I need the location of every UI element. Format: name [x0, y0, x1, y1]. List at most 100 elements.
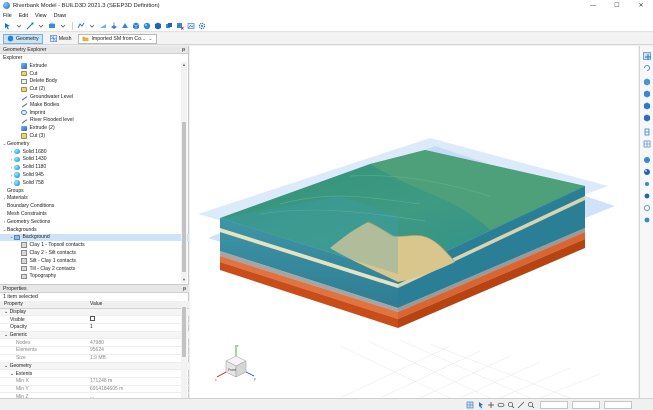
- tree-item[interactable]: › Materials: [0, 195, 189, 203]
- mesh-mode-button[interactable]: Mesh: [46, 34, 76, 44]
- tree-item[interactable]: › Solid 1430: [0, 156, 189, 164]
- close-button[interactable]: ✕: [629, 0, 653, 11]
- snap-grid-button[interactable]: [466, 401, 474, 409]
- property-row[interactable]: Nodes 47980: [0, 339, 189, 348]
- tree-item[interactable]: Imprint: [0, 109, 189, 117]
- top-view-button[interactable]: [643, 90, 651, 98]
- image-tool-button[interactable]: [186, 21, 195, 30]
- node-display-button[interactable]: [643, 192, 651, 200]
- draw-dropdown-button[interactable]: [36, 21, 45, 30]
- color-tool-button[interactable]: [643, 156, 651, 164]
- pin-icon[interactable]: ᵽ: [183, 286, 186, 292]
- visible-checkbox[interactable]: [90, 316, 95, 322]
- geometry-mode-button[interactable]: Geometry: [3, 33, 43, 44]
- properties-scrollbar[interactable]: [181, 301, 187, 399]
- tree-item[interactable]: Mesh Constraints: [0, 210, 189, 218]
- grid-toggle-button[interactable]: [643, 140, 651, 148]
- extrude-tool-button[interactable]: [109, 21, 118, 30]
- tree-item[interactable]: Cut (2): [0, 85, 189, 93]
- property-row[interactable]: Visible: [0, 316, 189, 325]
- property-value[interactable]: 6914184605 m: [90, 386, 189, 392]
- cut-tool-button[interactable]: [120, 21, 129, 30]
- edge-display-button[interactable]: [643, 204, 651, 212]
- tree-item[interactable]: › Geometry Sections: [0, 218, 189, 226]
- tree-item[interactable]: Boundary Conditions: [0, 202, 189, 210]
- pan-mode-button[interactable]: [487, 401, 495, 409]
- tree-scrollbar[interactable]: ▲ ▼: [181, 62, 187, 283]
- property-row[interactable]: Min Y 6914184605 m: [0, 386, 189, 394]
- property-row[interactable]: ⌄ Display: [0, 308, 189, 317]
- property-row[interactable]: ⌄ Generic: [0, 331, 189, 340]
- model-dropdown[interactable]: Imported SM from Co... ⌄: [78, 33, 157, 44]
- scroll-up-icon[interactable]: ▲: [181, 62, 187, 68]
- menu-file[interactable]: File: [3, 13, 12, 19]
- solid-tool-button[interactable]: [131, 21, 140, 30]
- property-value[interactable]: 171248 m: [90, 378, 189, 384]
- rotate-view-button[interactable]: [643, 64, 651, 72]
- face-display-button[interactable]: [643, 216, 651, 224]
- box-tool-button[interactable]: [153, 21, 162, 30]
- minimize-button[interactable]: —: [581, 0, 605, 11]
- tree-item[interactable]: › Solid 1680: [0, 148, 189, 156]
- select-dropdown-button[interactable]: [14, 21, 23, 30]
- surface-tool-button[interactable]: [76, 21, 85, 30]
- tree-item[interactable]: Make Bodies: [0, 101, 189, 109]
- property-row[interactable]: Opacity 1: [0, 324, 189, 332]
- property-value[interactable]: 47980: [90, 340, 189, 346]
- tree-item[interactable]: River Flooded level: [0, 117, 189, 125]
- sphere-tool-button[interactable]: [142, 21, 151, 30]
- tree-item[interactable]: › Solid 945: [0, 171, 189, 179]
- tree-item[interactable]: Cut (3): [0, 132, 189, 140]
- pan-view-button[interactable]: [643, 52, 651, 60]
- draw-line-button[interactable]: [25, 21, 34, 30]
- property-value[interactable]: 1: [90, 324, 189, 330]
- tree-item[interactable]: ⌄ Geometry: [0, 140, 189, 148]
- plane-tool-button[interactable]: [98, 21, 107, 30]
- point-display-button[interactable]: [643, 180, 651, 188]
- property-row[interactable]: Elements 95624: [0, 347, 189, 355]
- tree-item[interactable]: Clay 2 - Silt contacts: [0, 249, 189, 257]
- 3d-viewport[interactable]: Front z x y: [190, 46, 638, 398]
- maximize-button[interactable]: ☐: [605, 0, 629, 11]
- select-mode-button[interactable]: [477, 401, 485, 409]
- scroll-down-icon[interactable]: ▼: [181, 277, 187, 283]
- tree-item[interactable]: ⌄ Background: [0, 233, 189, 242]
- subtract-tool-button[interactable]: [175, 21, 184, 30]
- menu-view[interactable]: View: [35, 13, 47, 19]
- tree-item[interactable]: Extrude: [0, 62, 189, 70]
- tree-item[interactable]: Topography: [0, 273, 189, 281]
- tree-item[interactable]: › Solid 1180: [0, 163, 189, 171]
- side-view-button[interactable]: [643, 114, 651, 122]
- surface-dropdown-button[interactable]: [87, 21, 96, 30]
- tree-item[interactable]: Silt - Clay 1 contacts: [0, 257, 189, 265]
- select-tool-button[interactable]: [3, 21, 12, 30]
- point-tool-button[interactable]: [47, 21, 56, 30]
- property-row[interactable]: ⌄ Extents: [0, 370, 189, 378]
- tree-item[interactable]: Clay 1 - Topsoil contacts: [0, 241, 189, 249]
- settings-tool-button[interactable]: [197, 21, 206, 30]
- pin-icon[interactable]: ᵽ: [182, 47, 185, 53]
- point-dropdown-button[interactable]: [58, 21, 67, 30]
- tree-item[interactable]: Till - Clay 2 contacts: [0, 265, 189, 273]
- iso-view-button[interactable]: [643, 78, 651, 86]
- tree-item[interactable]: › Solid 758: [0, 179, 189, 187]
- tree-item[interactable]: ⌄ Backgrounds: [0, 226, 189, 234]
- lighting-tool-button[interactable]: [643, 168, 651, 176]
- menu-edit[interactable]: Edit: [19, 13, 28, 19]
- menu-draw[interactable]: Draw: [54, 13, 67, 19]
- property-row[interactable]: Min X 171248 m: [0, 378, 189, 386]
- property-value[interactable]: 1.9 MB: [90, 355, 189, 361]
- property-row[interactable]: Size 1.9 MB: [0, 355, 189, 363]
- properties-scroll-thumb[interactable]: [182, 307, 186, 357]
- property-value[interactable]: 95624: [90, 347, 189, 353]
- orbit-mode-button[interactable]: [497, 401, 505, 409]
- view-cube[interactable]: Front z x y: [215, 344, 256, 382]
- zoom-mode-button[interactable]: [507, 401, 515, 409]
- front-view-button[interactable]: [643, 102, 651, 110]
- union-tool-button[interactable]: [164, 21, 173, 30]
- tree-item[interactable]: Groups: [0, 187, 189, 195]
- section-view-button[interactable]: [643, 128, 651, 136]
- tree-item[interactable]: Cut: [0, 70, 189, 78]
- tree-scroll-thumb[interactable]: [182, 122, 186, 272]
- measure-mode-button[interactable]: [517, 401, 525, 409]
